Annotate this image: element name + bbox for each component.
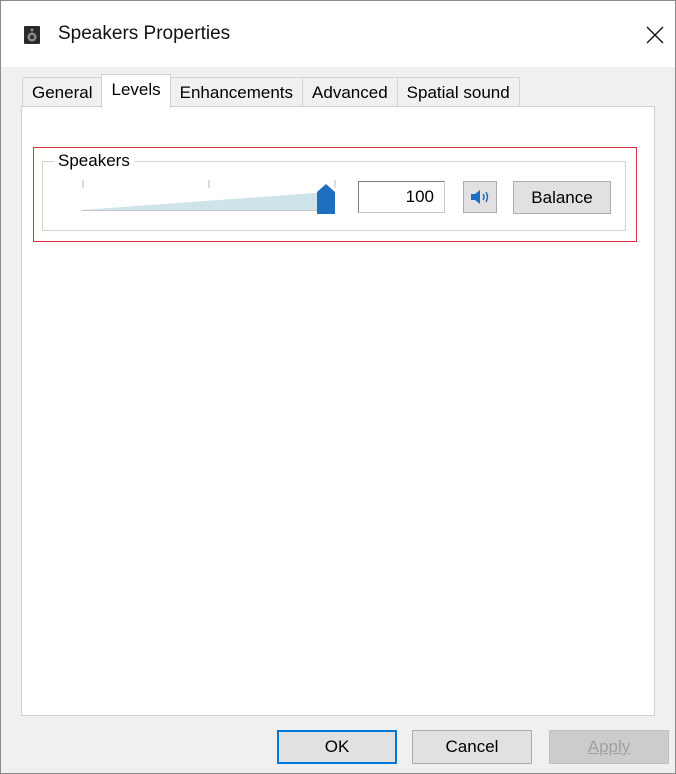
window-title: Speakers Properties: [58, 23, 231, 44]
apply-button-label: Apply: [587, 737, 631, 756]
tab-strip: General Levels Enhancements Advanced Spa…: [22, 74, 520, 108]
speakers-properties-dialog: Speakers Properties General Levels Enhan…: [0, 0, 676, 774]
tab-advanced[interactable]: Advanced: [302, 77, 398, 107]
speakers-group-label: Speakers: [54, 151, 134, 171]
ok-button[interactable]: OK: [277, 730, 397, 764]
balance-button[interactable]: Balance: [513, 181, 611, 214]
close-icon: [646, 26, 664, 44]
tab-spatial-sound[interactable]: Spatial sound: [396, 77, 520, 107]
cancel-button[interactable]: Cancel: [412, 730, 532, 764]
speaker-device-icon: [24, 26, 40, 44]
title-bar: Speakers Properties: [1, 1, 675, 67]
levels-panel: Speakers 100 Balance: [21, 106, 655, 716]
tab-enhancements[interactable]: Enhancements: [169, 77, 304, 107]
tab-general[interactable]: General: [22, 77, 103, 107]
mute-button[interactable]: [463, 181, 497, 213]
volume-slider[interactable]: [81, 180, 343, 214]
speakers-groupbox: Speakers 100 Balance: [42, 151, 626, 231]
highlight-box: Speakers 100 Balance: [33, 147, 637, 242]
volume-slider-thumb[interactable]: [317, 184, 335, 214]
speaker-volume-icon: [471, 190, 489, 204]
tab-levels[interactable]: Levels: [101, 74, 171, 108]
volume-slider-ramp: [81, 192, 329, 210]
apply-button[interactable]: Apply: [549, 730, 669, 764]
close-button[interactable]: [635, 15, 675, 55]
volume-level-field[interactable]: 100: [358, 181, 445, 213]
